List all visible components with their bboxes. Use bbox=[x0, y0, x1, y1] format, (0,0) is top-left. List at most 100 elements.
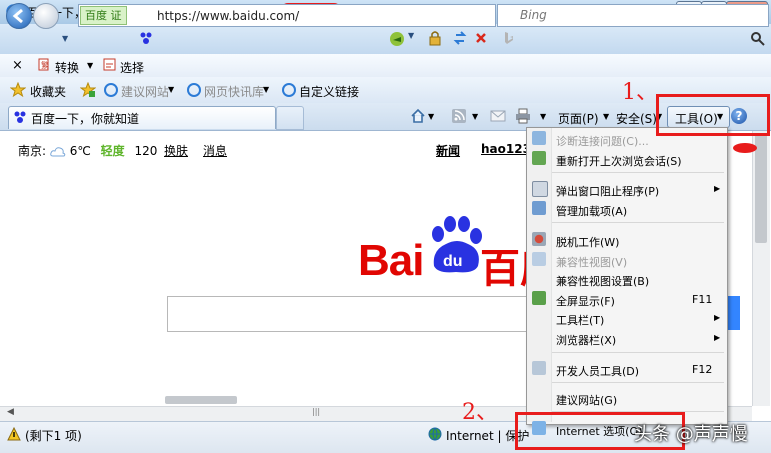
tab-title: 百度一下，你就知道 bbox=[31, 112, 140, 126]
home-icon[interactable] bbox=[410, 108, 426, 124]
menu-item-popup-blocker[interactable]: 弹出窗口阻止程序(P) bbox=[556, 183, 659, 199]
history-dropdown-icon[interactable]: ▼ bbox=[62, 34, 68, 43]
popup-blocker-icon bbox=[532, 181, 548, 197]
baidu-search-input[interactable] bbox=[167, 296, 541, 332]
page-menu-button[interactable]: 页面(P) bbox=[558, 110, 599, 127]
city-label: 南京: bbox=[18, 144, 47, 158]
devtools-shortcut: F12 bbox=[692, 363, 713, 376]
baidu-paw-logo: du bbox=[432, 216, 482, 273]
menu-item-work-offline[interactable]: 脱机工作(W) bbox=[556, 234, 619, 250]
scroll-left-icon[interactable]: ◀ bbox=[7, 407, 14, 417]
print-icon[interactable] bbox=[515, 108, 531, 124]
page-dropdown-icon[interactable]: ▼ bbox=[603, 112, 609, 121]
temperature: 6℃ bbox=[69, 144, 91, 158]
globe-icon bbox=[428, 427, 442, 441]
menu-item-manage-addons[interactable]: 管理加载项(A) bbox=[556, 203, 627, 219]
menu-separator bbox=[552, 352, 724, 353]
vertical-scrollbar[interactable] bbox=[752, 131, 770, 406]
add-favorite-icon[interactable] bbox=[80, 82, 96, 98]
fullscreen-shortcut: F11 bbox=[692, 293, 713, 306]
menu-item-reopen-session[interactable]: 重新打开上次浏览会话(S) bbox=[556, 153, 682, 169]
fullscreen-icon bbox=[532, 291, 546, 305]
ie-page-icon bbox=[282, 83, 296, 97]
hao123-link[interactable]: hao123 bbox=[481, 142, 531, 156]
select-button[interactable]: 选择 bbox=[120, 59, 144, 76]
weather-bar: 南京: 6℃ 轻度 120 bbox=[18, 142, 157, 159]
search-placeholder: Bing bbox=[520, 8, 547, 22]
ie-page-icon bbox=[104, 83, 118, 97]
suggested-sites-dropdown-icon[interactable]: ▼ bbox=[168, 85, 174, 94]
messages-link[interactable]: 消息 bbox=[203, 142, 227, 159]
offline-icon bbox=[532, 232, 546, 246]
arrow-left-icon bbox=[12, 8, 23, 24]
stop-icon[interactable] bbox=[474, 31, 488, 45]
lock-icon[interactable] bbox=[428, 30, 442, 46]
air-quality: 轻度 bbox=[100, 144, 125, 158]
web-slice-dropdown-icon[interactable]: ▼ bbox=[263, 85, 269, 94]
horizontal-scroll-thumb[interactable] bbox=[165, 396, 237, 404]
news-link[interactable]: 新闻 bbox=[436, 142, 460, 159]
menu-icon-gutter bbox=[527, 128, 552, 422]
forward-button[interactable] bbox=[33, 3, 59, 29]
annotation-step-2: 2、 bbox=[462, 400, 498, 425]
scroll-grip-icon: ||| bbox=[312, 407, 321, 416]
menu-item-compat-view[interactable]: 兼容性视图(V) bbox=[556, 254, 627, 270]
feeds-icon[interactable] bbox=[451, 108, 467, 124]
watermark: 头条 @声声慢 bbox=[634, 424, 748, 445]
menu-separator bbox=[552, 382, 724, 383]
aqi-value: 120 bbox=[134, 144, 158, 158]
select-icon bbox=[103, 58, 116, 71]
menu-item-toolbars[interactable]: 工具栏(T) bbox=[556, 312, 604, 328]
convert-icon: 繁 bbox=[38, 58, 49, 71]
skin-link[interactable]: 换肤 bbox=[164, 142, 188, 159]
compatibility-icon[interactable] bbox=[389, 31, 405, 47]
web-slice-link[interactable]: 网页快讯库 bbox=[204, 83, 264, 100]
submenu-arrow-icon: ▶ bbox=[714, 313, 721, 322]
menu-item-compat-settings[interactable]: 兼容性视图设置(B) bbox=[556, 273, 649, 289]
convert-dropdown-icon[interactable]: ▼ bbox=[87, 61, 93, 70]
warning-icon bbox=[7, 427, 21, 441]
menu-item-developer-tools[interactable]: 开发人员工具(D) bbox=[556, 363, 639, 379]
addons-icon bbox=[532, 201, 546, 215]
menu-separator bbox=[552, 222, 724, 223]
ie-page-icon bbox=[187, 83, 201, 97]
menu-item-suggested-sites[interactable]: 建议网站(G) bbox=[556, 392, 617, 408]
home-dropdown-icon[interactable]: ▼ bbox=[428, 112, 434, 121]
status-text: (剩下1 项) bbox=[25, 429, 82, 443]
submenu-arrow-icon: ▶ bbox=[714, 184, 721, 193]
menu-item-explorer-bars[interactable]: 浏览器栏(X) bbox=[556, 332, 616, 348]
search-icon[interactable] bbox=[750, 31, 766, 47]
new-tab-button[interactable] bbox=[276, 106, 304, 130]
menu-item-fullscreen[interactable]: 全屏显示(F) bbox=[556, 293, 615, 309]
favorites-star-icon bbox=[10, 82, 26, 98]
scroll-thumb[interactable] bbox=[755, 133, 767, 243]
page-icon bbox=[140, 32, 152, 44]
menu-item-diagnose[interactable]: 诊断连接问题(C)... bbox=[556, 133, 649, 149]
svg-text:繁: 繁 bbox=[41, 60, 49, 70]
toolbar-close-icon[interactable]: × bbox=[12, 58, 23, 73]
baidu-favicon-icon bbox=[14, 111, 26, 123]
url-text[interactable]: https://www.baidu.com/ bbox=[157, 9, 299, 23]
refresh-icon[interactable] bbox=[452, 30, 468, 46]
feeds-dropdown-icon[interactable]: ▼ bbox=[472, 112, 478, 121]
baidu-logo-text: Bai bbox=[358, 236, 424, 285]
convert-button[interactable]: 转换 bbox=[55, 59, 79, 76]
custom-links-link[interactable]: 自定义链接 bbox=[299, 83, 359, 100]
bing-icon bbox=[505, 32, 513, 44]
site-badge[interactable]: 百度 证 bbox=[80, 6, 127, 25]
reopen-session-icon bbox=[532, 151, 546, 165]
print-dropdown-icon[interactable]: ▼ bbox=[540, 112, 546, 121]
annotation-step-1: 1、 bbox=[622, 80, 658, 105]
mail-icon[interactable] bbox=[490, 109, 506, 123]
annotation-box-tools bbox=[656, 94, 770, 136]
dev-tools-icon bbox=[532, 361, 546, 375]
back-button[interactable] bbox=[6, 3, 32, 29]
submenu-arrow-icon: ▶ bbox=[714, 333, 721, 342]
safety-menu-button[interactable]: 安全(S) bbox=[616, 110, 657, 127]
baidu-du-text: du bbox=[443, 253, 463, 270]
annotation-mark bbox=[733, 143, 757, 153]
address-row bbox=[0, 24, 771, 54]
suggested-sites-link[interactable]: 建议网站 bbox=[121, 83, 169, 100]
favorites-button[interactable]: 收藏夹 bbox=[30, 83, 66, 100]
address-dropdown-icon[interactable]: ▼ bbox=[408, 31, 414, 40]
